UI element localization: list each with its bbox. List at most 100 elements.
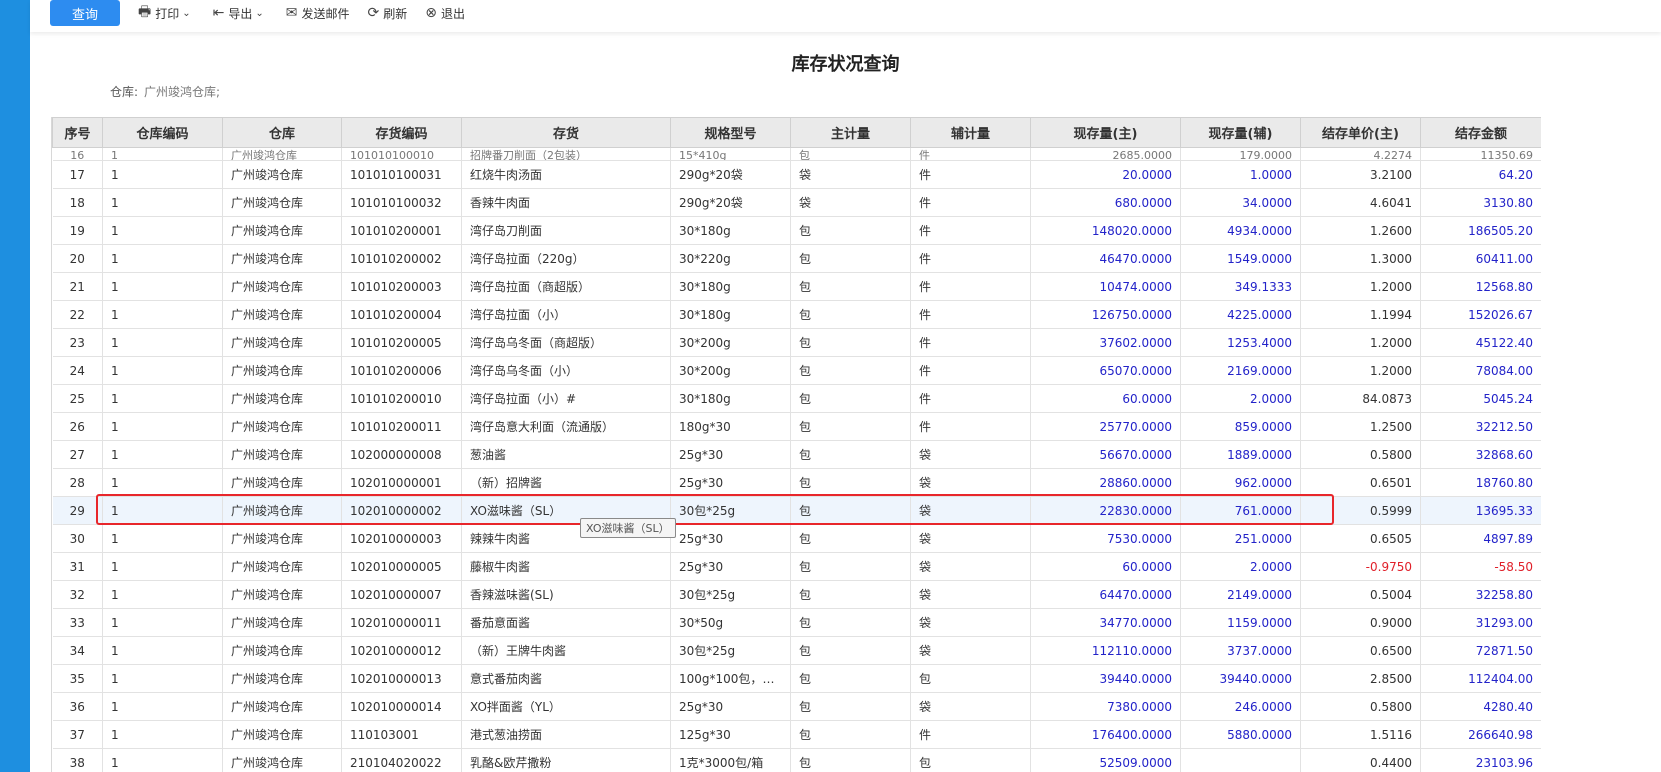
- table-cell: （新）招牌酱: [461, 468, 671, 497]
- table-cell: 包: [790, 496, 911, 525]
- table-cell: [1180, 748, 1301, 772]
- table-cell: 包: [790, 356, 911, 385]
- table-row[interactable]: 31 1 广州竣鸿仓库 102010000005 藤椒牛肉酱 25g*30 包袋 60.000…: [52, 552, 1541, 581]
- query-button[interactable]: 查询: [50, 0, 120, 26]
- column-header[interactable]: 规格型号: [670, 117, 791, 148]
- table-cell: 湾仔岛意大利面（流通版）: [461, 412, 671, 441]
- table-cell: 包: [790, 147, 911, 161]
- table-cell: 60.0000: [1030, 552, 1181, 581]
- table-cell: 1: [102, 147, 223, 161]
- table-row[interactable]: 24 1 广州竣鸿仓库 101010200006 湾仔岛乌冬面（小） 30*200g 包件 6…: [52, 356, 1541, 385]
- table-cell: 件: [910, 328, 1031, 357]
- table-cell: 45122.40: [1420, 328, 1541, 357]
- table-row[interactable]: 37 1 广州竣鸿仓库 110103001 港式葱油捞面 125g*30 包件 176400.…: [52, 720, 1541, 749]
- table-cell: 袋: [910, 608, 1031, 637]
- table-cell: 13695.33: [1420, 496, 1541, 525]
- table-row[interactable]: 20 1 广州竣鸿仓库 101010200002 湾仔岛拉面（220g） 30*220g 包…: [52, 244, 1541, 273]
- table-row[interactable]: 18 1 广州竣鸿仓库 101010100032 香辣牛肉面 290g*20袋袋件 680.…: [52, 188, 1541, 217]
- page-title: 库存状况查询: [791, 54, 900, 75]
- table-cell: 包: [910, 664, 1031, 693]
- table-row[interactable]: 23 1 广州竣鸿仓库 101010200005 湾仔岛乌冬面（商超版） 30*200g 包…: [52, 328, 1541, 357]
- table-row[interactable]: 34 1 广州竣鸿仓库 102010000012 （新）王牌牛肉酱 30包*25g 包袋 11…: [52, 636, 1541, 665]
- table-row[interactable]: 21 1 广州竣鸿仓库 101010200003 湾仔岛拉面（商超版） 30*180g 包件…: [52, 272, 1541, 301]
- table-row[interactable]: 33 1 广州竣鸿仓库 102010000011 番茄意面酱 30*50g 包袋 34770.…: [52, 608, 1541, 637]
- table-cell: 1: [102, 580, 223, 609]
- table-cell: 30包*25g: [670, 496, 791, 525]
- table-row[interactable]: 32 1 广州竣鸿仓库 102010000007 香辣滋味酱(SL) 30包*25g 包袋 6…: [52, 580, 1541, 609]
- table-cell: 101010100031: [341, 160, 462, 189]
- table-cell: 859.0000: [1180, 412, 1301, 441]
- column-header[interactable]: 仓库: [222, 117, 342, 148]
- table-cell: 1: [102, 440, 223, 469]
- table-cell: 袋: [910, 440, 1031, 469]
- table-row[interactable]: 19 1 广州竣鸿仓库 101010200001 湾仔岛刀削面 30*180g 包件 1480…: [52, 216, 1541, 245]
- column-header[interactable]: 仓库编码: [102, 117, 223, 148]
- table-row[interactable]: 35 1 广州竣鸿仓库 102010000013 意式番茄肉酱 100g*100包，1… 包…: [52, 664, 1541, 693]
- column-header[interactable]: 主计量: [790, 117, 911, 148]
- table-row[interactable]: 26 1 广州竣鸿仓库 101010200011 湾仔岛意大利面（流通版） 180g*30…: [52, 412, 1541, 441]
- column-header[interactable]: 现存量(辅): [1180, 117, 1301, 148]
- table-cell: 广州竣鸿仓库: [222, 748, 342, 772]
- table-cell: 27: [52, 440, 103, 469]
- table-cell: 72871.50: [1420, 636, 1541, 665]
- table-row[interactable]: 36 1 广州竣鸿仓库 102010000014 XO拌面酱（YL） 25g*30 包袋 73…: [52, 692, 1541, 721]
- print-button[interactable]: 🖶 打印 ⌄: [138, 1, 195, 25]
- table-cell: 件: [910, 188, 1031, 217]
- table-cell: 包: [790, 636, 911, 665]
- column-header[interactable]: 结存金额: [1420, 117, 1541, 148]
- table-cell: 101010200005: [341, 328, 462, 357]
- table-cell: 101010200011: [341, 412, 462, 441]
- table-cell: 1: [102, 160, 223, 189]
- toolbar: 查询 🖶 打印 ⌄ ⇤ 导出 ⌄ ✉ 发送邮件 ⟳ 刷新 ⊗ 退出: [30, 0, 1661, 32]
- table-row[interactable]: 25 1 广州竣鸿仓库 101010200010 湾仔岛拉面（小）# 30*180g 包件 6…: [52, 384, 1541, 413]
- table-row[interactable]: 16 1 广州竣鸿仓库 101010100010 招牌番刀削面（2包装） 15*410g 包…: [52, 147, 1541, 161]
- table-row[interactable]: 22 1 广州竣鸿仓库 101010200004 湾仔岛拉面（小） 30*180g 包件 12…: [52, 300, 1541, 329]
- table-cell: 680.0000: [1030, 188, 1181, 217]
- refresh-button[interactable]: ⟳ 刷新: [368, 5, 408, 22]
- table-cell: 7380.0000: [1030, 692, 1181, 721]
- export-button[interactable]: ⇤ 导出 ⌄: [213, 5, 268, 22]
- table-row[interactable]: 28 1 广州竣鸿仓库 102010000001 （新）招牌酱 25g*30 包袋 28860…: [52, 468, 1541, 497]
- table-cell: 101010100032: [341, 188, 462, 217]
- table-cell: 番茄意面酱: [461, 608, 671, 637]
- table-cell: 34.0000: [1180, 188, 1301, 217]
- table-row[interactable]: 29 1 广州竣鸿仓库 102010000002 XO滋味酱（SL） 30包*25g 包袋 2…: [52, 496, 1541, 525]
- table-cell: 袋: [910, 524, 1031, 553]
- table-cell: 1.2000: [1300, 356, 1421, 385]
- exit-button[interactable]: ⊗ 退出: [425, 5, 465, 22]
- table-cell: 0.6501: [1300, 468, 1421, 497]
- exit-label: 退出: [441, 6, 466, 21]
- table-cell: 3.2100: [1300, 160, 1421, 189]
- table-cell: 1: [102, 328, 223, 357]
- table-cell: 件: [910, 384, 1031, 413]
- table-cell: 84.0873: [1300, 384, 1421, 413]
- table-cell: 102010000012: [341, 636, 462, 665]
- table-cell: 广州竣鸿仓库: [222, 147, 342, 161]
- table-row[interactable]: 38 1 广州竣鸿仓库 210104020022 乳酪&欧芹撒粉 1克*3000包/箱包包…: [52, 748, 1541, 772]
- table-cell: 17: [52, 160, 103, 189]
- table-cell: 件: [910, 244, 1031, 273]
- table-cell: 32: [52, 580, 103, 609]
- printer-icon: 🖶: [138, 4, 152, 20]
- table-cell: 1.2500: [1300, 412, 1421, 441]
- table-cell: 32868.60: [1420, 440, 1541, 469]
- column-header[interactable]: 结存单价(主): [1300, 117, 1421, 148]
- table-row[interactable]: 27 1 广州竣鸿仓库 102000000008 葱油酱 25g*30 包袋 56670.00…: [52, 440, 1541, 469]
- table-cell: 广州竣鸿仓库: [222, 384, 342, 413]
- table-cell: 39440.0000: [1180, 664, 1301, 693]
- column-header[interactable]: 序号: [52, 117, 103, 148]
- table-cell: 2169.0000: [1180, 356, 1301, 385]
- column-header[interactable]: 存货: [461, 117, 671, 148]
- table-cell: 19: [52, 216, 103, 245]
- table-cell: 22830.0000: [1030, 496, 1181, 525]
- table-cell: 广州竣鸿仓库: [222, 300, 342, 329]
- table-cell: 1: [102, 300, 223, 329]
- send-mail-button[interactable]: ✉ 发送邮件: [286, 5, 350, 22]
- table-cell: 18: [52, 188, 103, 217]
- table-cell: 64470.0000: [1030, 580, 1181, 609]
- table-row[interactable]: 30 1 广州竣鸿仓库 102010000003 辣辣牛肉酱 25g*30 包袋 7530.0…: [52, 524, 1541, 553]
- column-header[interactable]: 辅计量: [910, 117, 1031, 148]
- column-header[interactable]: 存货编码: [341, 117, 462, 148]
- column-header[interactable]: 现存量(主): [1030, 117, 1181, 148]
- table-row[interactable]: 17 1 广州竣鸿仓库 101010100031 红烧牛肉汤面 290g*20袋袋件 20.…: [52, 160, 1541, 189]
